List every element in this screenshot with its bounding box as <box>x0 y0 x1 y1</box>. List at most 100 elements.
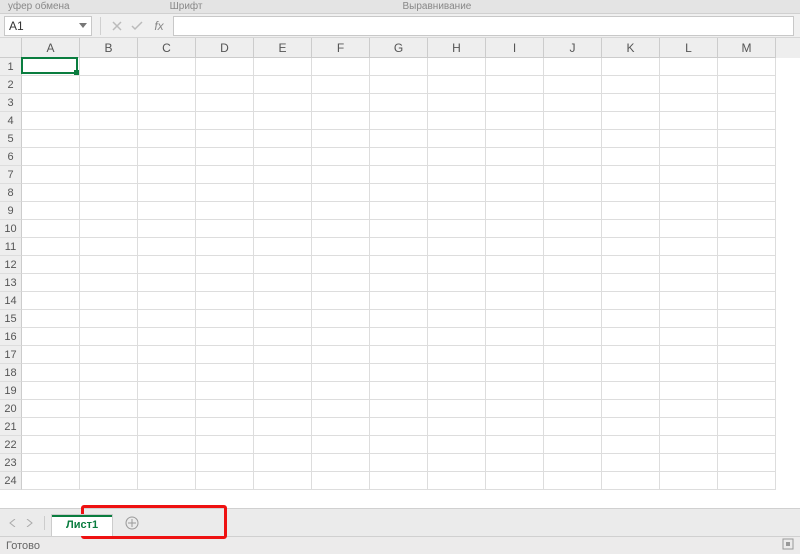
cell[interactable] <box>138 274 196 292</box>
cell[interactable] <box>602 400 660 418</box>
column-header[interactable]: D <box>196 38 254 58</box>
cell[interactable] <box>660 130 718 148</box>
cell[interactable] <box>22 256 80 274</box>
cell[interactable] <box>138 382 196 400</box>
cell[interactable] <box>254 400 312 418</box>
cell[interactable] <box>718 310 776 328</box>
cell[interactable] <box>80 310 138 328</box>
cell[interactable] <box>138 400 196 418</box>
cell[interactable] <box>196 112 254 130</box>
cell[interactable] <box>80 382 138 400</box>
row-header[interactable]: 14 <box>0 292 22 310</box>
cell[interactable] <box>660 454 718 472</box>
cell[interactable] <box>196 364 254 382</box>
cell[interactable] <box>254 364 312 382</box>
cell[interactable] <box>486 400 544 418</box>
cell[interactable] <box>428 454 486 472</box>
cell[interactable] <box>254 112 312 130</box>
column-header[interactable]: I <box>486 38 544 58</box>
cell[interactable] <box>602 94 660 112</box>
cell[interactable] <box>486 58 544 76</box>
cell[interactable] <box>660 94 718 112</box>
cell[interactable] <box>486 238 544 256</box>
cell[interactable] <box>312 238 370 256</box>
cell[interactable] <box>138 364 196 382</box>
cell[interactable] <box>544 238 602 256</box>
cell[interactable] <box>22 310 80 328</box>
cell[interactable] <box>254 346 312 364</box>
cell[interactable] <box>312 130 370 148</box>
cell[interactable] <box>544 220 602 238</box>
cell[interactable] <box>718 274 776 292</box>
cell[interactable] <box>544 472 602 490</box>
row-header[interactable]: 19 <box>0 382 22 400</box>
cell[interactable] <box>370 130 428 148</box>
cell[interactable] <box>544 148 602 166</box>
cell[interactable] <box>196 256 254 274</box>
cell[interactable] <box>22 238 80 256</box>
row-header[interactable]: 6 <box>0 148 22 166</box>
cell[interactable] <box>602 166 660 184</box>
cell[interactable] <box>196 400 254 418</box>
cell[interactable] <box>138 436 196 454</box>
cell[interactable] <box>602 238 660 256</box>
row-header[interactable]: 2 <box>0 76 22 94</box>
cell[interactable] <box>428 166 486 184</box>
row-header[interactable]: 22 <box>0 436 22 454</box>
cell[interactable] <box>138 238 196 256</box>
cell[interactable] <box>660 256 718 274</box>
cell[interactable] <box>254 130 312 148</box>
cell[interactable] <box>602 382 660 400</box>
cell[interactable] <box>602 148 660 166</box>
cell[interactable] <box>80 436 138 454</box>
cell[interactable] <box>80 346 138 364</box>
row-header[interactable]: 13 <box>0 274 22 292</box>
cell[interactable] <box>254 328 312 346</box>
column-header[interactable]: H <box>428 38 486 58</box>
cell[interactable] <box>370 472 428 490</box>
cell[interactable] <box>196 184 254 202</box>
cell[interactable] <box>544 364 602 382</box>
cell[interactable] <box>22 220 80 238</box>
cell[interactable] <box>80 364 138 382</box>
cell[interactable] <box>428 220 486 238</box>
cell[interactable] <box>138 418 196 436</box>
cell[interactable] <box>486 202 544 220</box>
name-box[interactable]: A1 <box>4 16 92 36</box>
cell[interactable] <box>428 76 486 94</box>
cell[interactable] <box>486 112 544 130</box>
cell[interactable] <box>254 418 312 436</box>
cell[interactable] <box>544 274 602 292</box>
cell[interactable] <box>428 364 486 382</box>
cell[interactable] <box>22 292 80 310</box>
row-header[interactable]: 16 <box>0 328 22 346</box>
cell[interactable] <box>254 166 312 184</box>
cell[interactable] <box>660 166 718 184</box>
row-header[interactable]: 3 <box>0 94 22 112</box>
cell[interactable] <box>544 436 602 454</box>
cell[interactable] <box>80 418 138 436</box>
cell[interactable] <box>718 76 776 94</box>
cell[interactable] <box>718 418 776 436</box>
select-all-corner[interactable] <box>0 38 22 58</box>
cell[interactable] <box>486 130 544 148</box>
cell[interactable] <box>486 148 544 166</box>
cell[interactable] <box>138 76 196 94</box>
cell[interactable] <box>196 58 254 76</box>
cell[interactable] <box>196 292 254 310</box>
cell[interactable] <box>196 328 254 346</box>
cell[interactable] <box>196 238 254 256</box>
cell[interactable] <box>312 148 370 166</box>
cell[interactable] <box>660 382 718 400</box>
cell[interactable] <box>22 382 80 400</box>
cell[interactable] <box>196 310 254 328</box>
cell[interactable] <box>196 454 254 472</box>
cell[interactable] <box>544 454 602 472</box>
cell[interactable] <box>370 58 428 76</box>
cell[interactable] <box>254 256 312 274</box>
cell[interactable] <box>718 472 776 490</box>
cell[interactable] <box>370 310 428 328</box>
cell[interactable] <box>22 400 80 418</box>
cell[interactable] <box>486 436 544 454</box>
cell[interactable] <box>428 436 486 454</box>
